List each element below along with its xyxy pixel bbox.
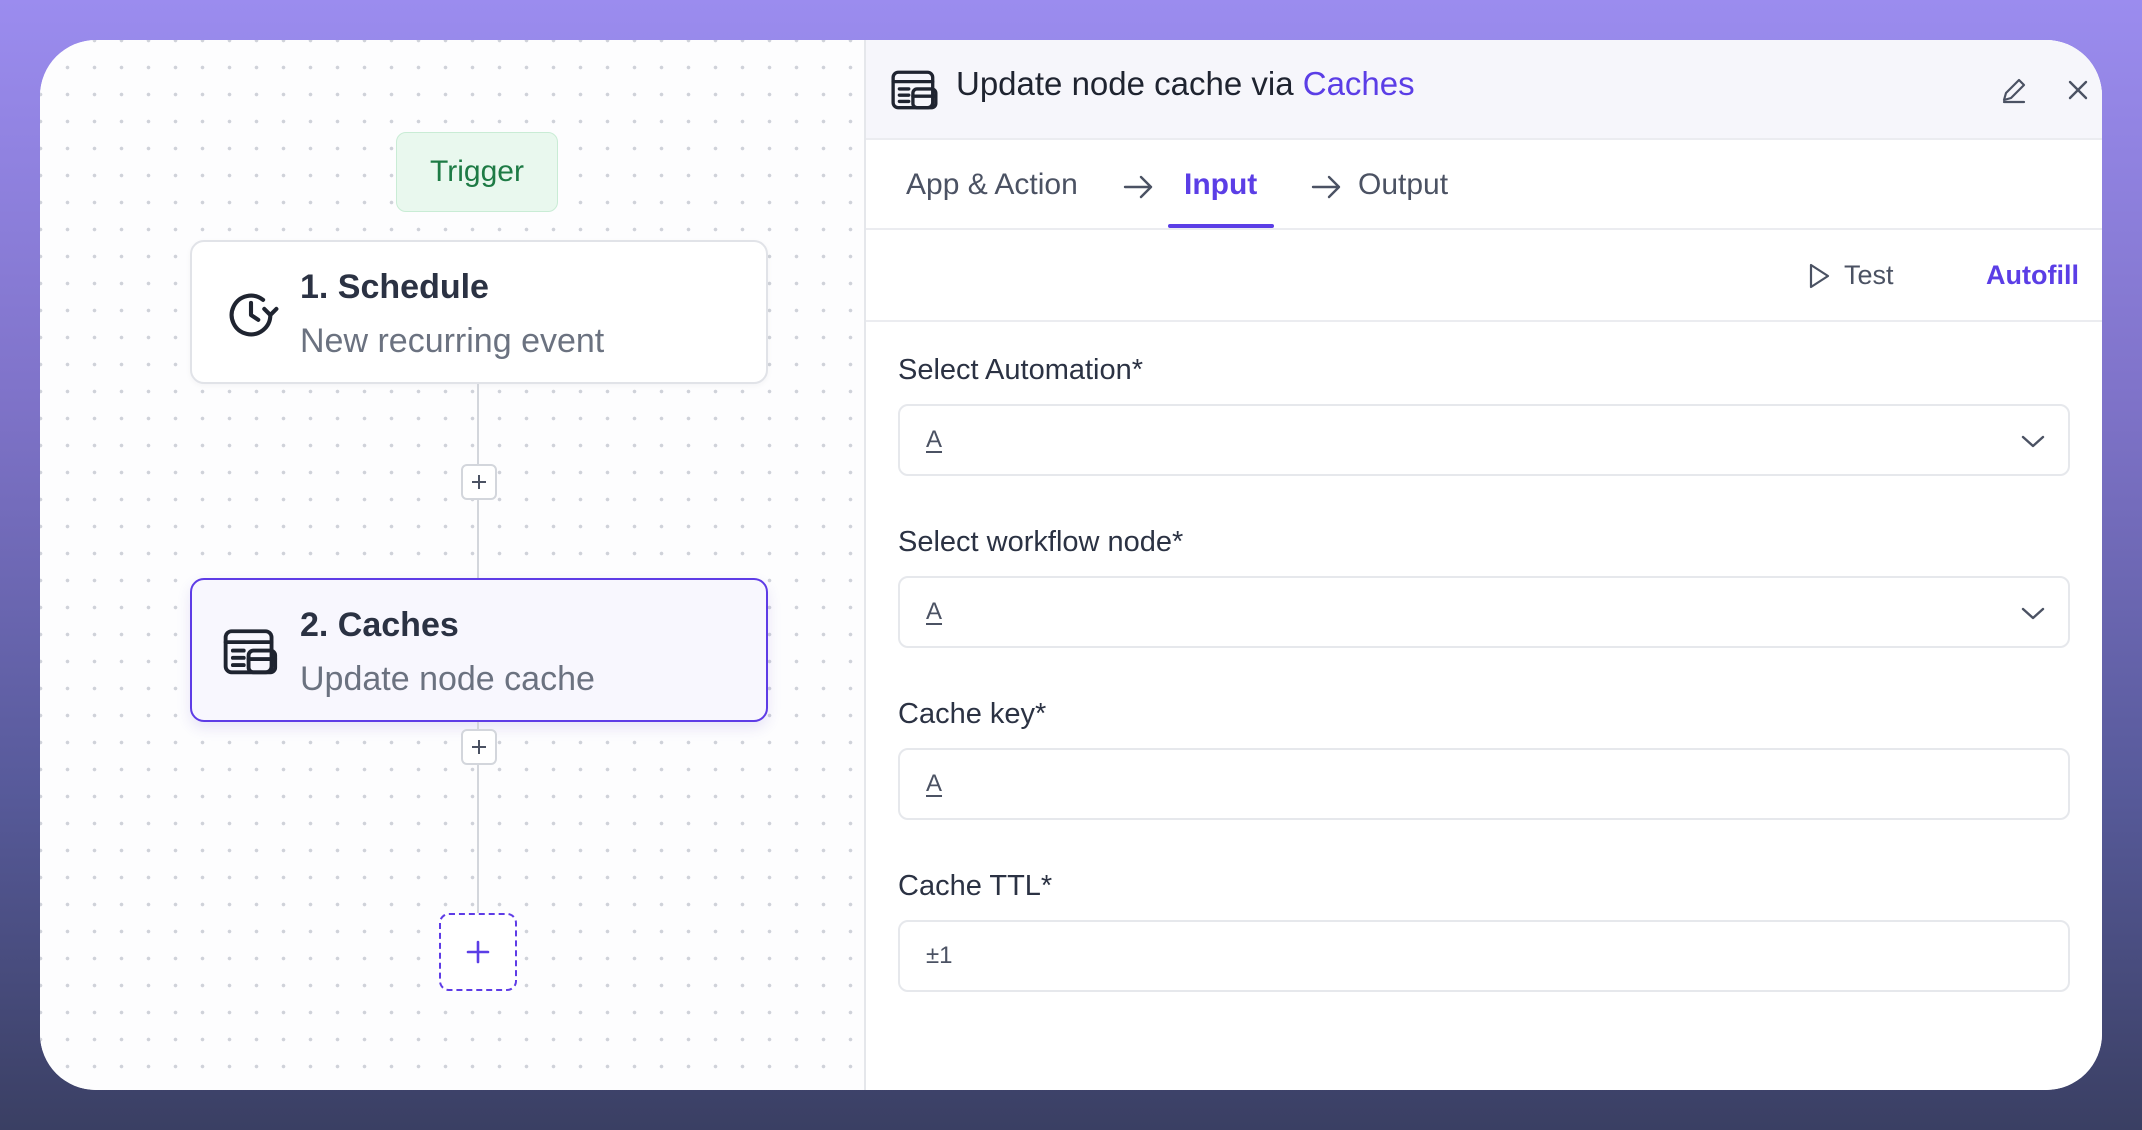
close-icon [2068,80,2088,100]
close-button[interactable] [2058,70,2098,110]
step-tabs: App & Action Input Output [866,140,2102,230]
select-workflow-node-dropdown[interactable]: A [898,576,2070,648]
tab-app-action[interactable]: App & Action [906,168,1078,202]
node-subtitle: New recurring event [300,322,605,360]
node-subtitle: Update node cache [300,660,595,698]
tab-input[interactable]: Input [1184,168,1257,202]
add-step-button[interactable] [461,729,497,765]
text-type-icon: A [926,770,943,797]
field-label: Cache TTL* [898,870,1053,902]
test-label: Test [1844,260,1894,290]
number-type-icon: ±1 [926,942,953,969]
text-type-icon: A [926,598,943,625]
clock-icon [229,293,279,337]
play-icon [1809,263,1830,288]
cache-key-input[interactable]: A [898,748,2070,820]
arrow-right-icon [1311,175,1341,199]
tab-output[interactable]: Output [1358,168,1448,202]
add-node-button[interactable] [439,913,517,991]
field-label: Cache key* [898,698,1047,730]
pencil-icon [2002,78,2026,104]
arrow-right-icon [1123,175,1153,199]
cache-icon [223,629,278,675]
select-automation-dropdown[interactable]: A [898,404,2070,476]
field-label: Select workflow node* [898,526,1184,558]
workflow-canvas[interactable]: Trigger 1. Schedule New recurring event … [40,40,864,1090]
plus-icon [472,740,486,754]
panel-header: Update node cache via Caches [866,40,2102,140]
cache-ttl-input[interactable]: ±1 [898,920,2070,992]
edit-button[interactable] [1994,70,2034,110]
node-card-schedule[interactable]: 1. Schedule New recurring event [190,240,768,384]
panel-title: Update node cache via Caches [956,65,1415,103]
node-config-panel: Update node cache via Caches App & Actio… [864,40,2102,1090]
app-window: Trigger 1. Schedule New recurring event … [40,40,2102,1090]
text-type-icon: A [926,426,943,453]
chevron-down-icon [2021,435,2045,448]
panel-toolbar: Test Autofill [866,230,2102,322]
plus-icon [472,475,486,489]
autofill-button[interactable]: Autofill [1986,260,2079,291]
trigger-badge[interactable]: Trigger [396,132,558,212]
panel-title-app[interactable]: Caches [1303,65,1415,102]
add-step-button[interactable] [461,464,497,500]
active-tab-indicator [1168,224,1274,228]
node-title: 2. Caches [300,606,459,644]
plus-icon [466,940,490,964]
node-card-caches[interactable]: 2. Caches Update node cache [190,578,768,722]
node-title: 1. Schedule [300,268,489,306]
panel-title-text: Update node cache via [956,65,1294,102]
field-label: Select Automation* [898,354,1144,386]
chevron-down-icon [2021,607,2045,620]
cache-icon [891,70,938,110]
test-button[interactable]: Test [1806,260,1894,291]
